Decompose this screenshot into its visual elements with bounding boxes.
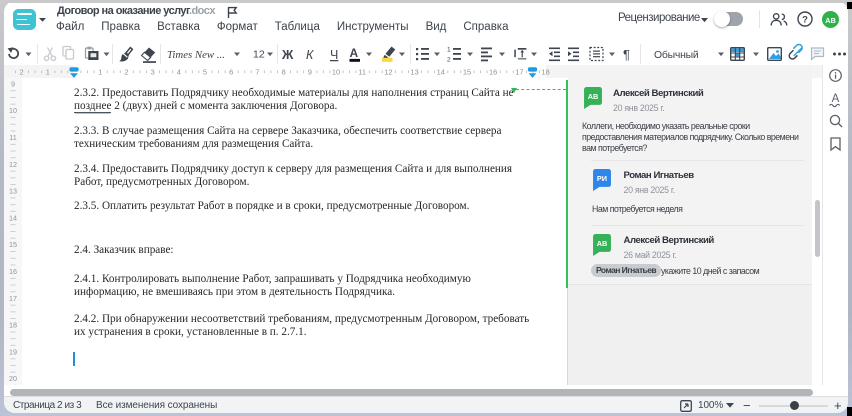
- svg-text:17: 17: [515, 68, 523, 77]
- svg-text:11: 11: [9, 133, 16, 142]
- svg-text:18: 18: [541, 68, 549, 77]
- svg-text:Обычный: Обычный: [654, 49, 699, 61]
- svg-text:7: 7: [255, 68, 259, 77]
- svg-text:13: 13: [410, 68, 418, 77]
- svg-text:2: 2: [124, 68, 128, 77]
- svg-text:12: 12: [384, 68, 392, 77]
- svg-text:АВ: АВ: [587, 92, 598, 101]
- svg-text:Ч: Ч: [330, 48, 338, 62]
- svg-text:9: 9: [308, 68, 312, 77]
- svg-text:Times New ...: Times New ...: [167, 49, 225, 61]
- svg-text:14: 14: [437, 68, 445, 77]
- svg-text:10: 10: [9, 106, 17, 115]
- svg-text:18: 18: [9, 321, 17, 330]
- svg-text:12: 12: [9, 160, 17, 169]
- svg-text:4: 4: [177, 68, 181, 77]
- svg-text:К: К: [306, 48, 314, 62]
- svg-text:АВ: АВ: [597, 239, 608, 248]
- svg-text:14: 14: [9, 213, 17, 222]
- svg-text:1: 1: [46, 68, 50, 77]
- svg-text:17: 17: [9, 294, 17, 303]
- svg-text:20: 20: [9, 374, 17, 383]
- svg-text:13: 13: [9, 187, 17, 196]
- svg-text:6: 6: [229, 68, 233, 77]
- svg-text:¶: ¶: [623, 47, 630, 62]
- svg-text:1: 1: [98, 68, 102, 77]
- svg-text:А: А: [350, 46, 359, 60]
- svg-text:8: 8: [282, 68, 286, 77]
- svg-text:3: 3: [151, 68, 155, 77]
- svg-text:1: 1: [447, 46, 451, 53]
- svg-text:РИ: РИ: [597, 174, 607, 183]
- svg-text:?: ?: [802, 14, 808, 25]
- svg-text:15: 15: [9, 240, 17, 249]
- svg-text:15: 15: [463, 68, 471, 77]
- svg-text:2: 2: [20, 68, 24, 77]
- svg-text:12: 12: [253, 48, 265, 60]
- svg-text:A: A: [832, 93, 840, 105]
- svg-text:9: 9: [11, 79, 15, 88]
- svg-text:5: 5: [203, 68, 207, 77]
- svg-text:10: 10: [332, 68, 340, 77]
- svg-text:11: 11: [358, 68, 366, 77]
- svg-text:16: 16: [9, 267, 17, 276]
- svg-text:19: 19: [9, 347, 17, 356]
- svg-text:Ж: Ж: [281, 48, 294, 62]
- svg-text:16: 16: [489, 68, 497, 77]
- svg-text:2: 2: [447, 56, 451, 63]
